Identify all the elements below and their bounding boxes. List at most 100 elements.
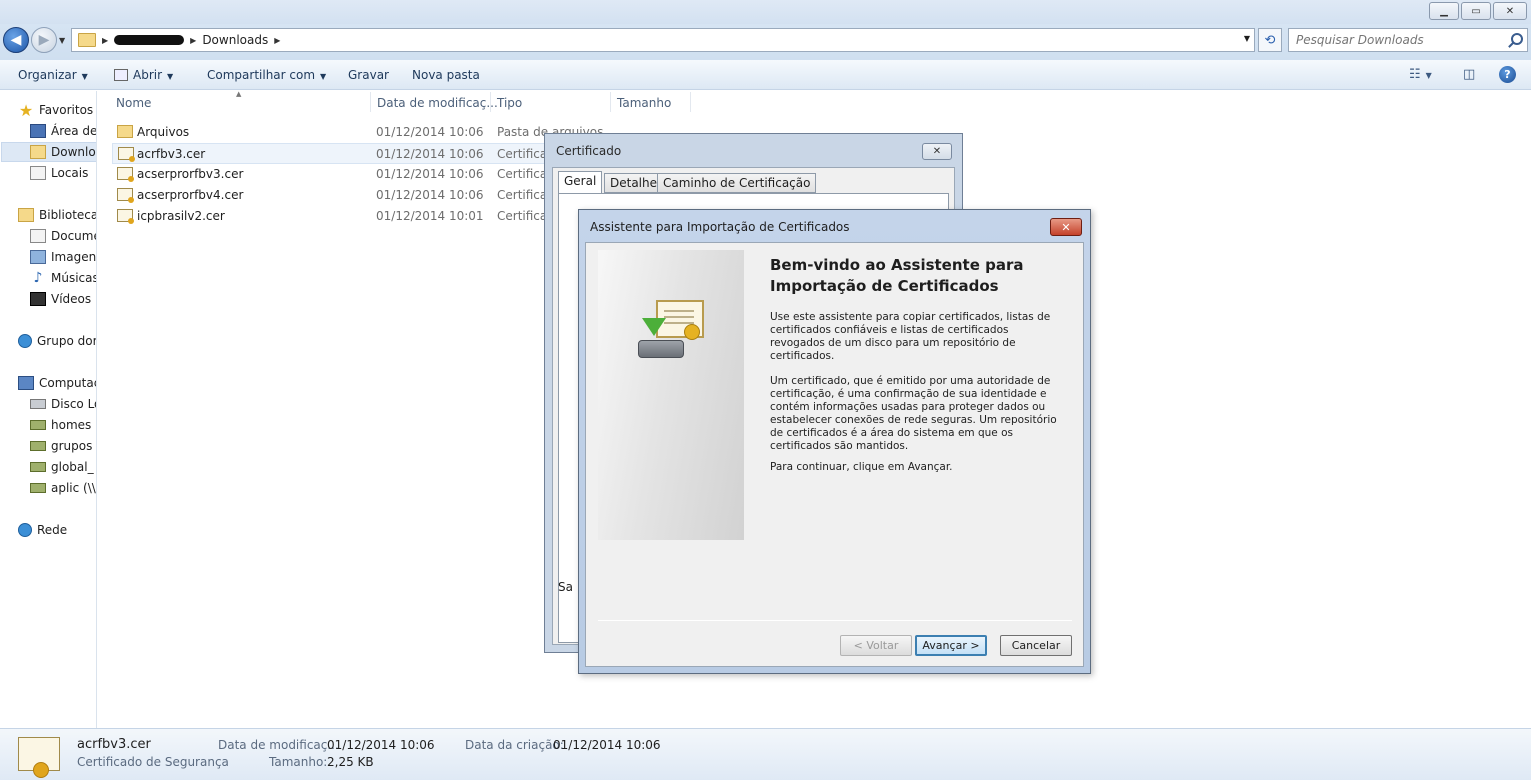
chevron-right-icon[interactable]: ▶	[102, 36, 108, 45]
local-disk-icon	[30, 399, 46, 409]
chevron-down-icon: ▼	[81, 72, 88, 81]
nova-pasta-button[interactable]: Nova pasta	[412, 68, 480, 82]
nav-videos[interactable]: Vídeos	[30, 289, 91, 309]
nav-musicas[interactable]: ♪ Músicas	[30, 268, 96, 288]
nav-aplic[interactable]: aplic (\\1	[30, 478, 96, 498]
column-header-data[interactable]: Data de modificaç...	[377, 96, 498, 112]
search-input[interactable]	[1296, 30, 1496, 50]
nav-rede[interactable]: Rede	[18, 520, 67, 540]
file-name: acserprorfbv3.cer	[137, 167, 244, 181]
pictures-icon	[30, 250, 46, 264]
avancar-button[interactable]: Avançar >	[915, 635, 987, 656]
folder-icon	[117, 125, 133, 138]
import-wizard-dialog: Assistente para Importação de Certificad…	[578, 209, 1091, 674]
nav-label: Downloa	[51, 145, 96, 159]
chevron-right-icon[interactable]: ▶	[190, 36, 196, 45]
nav-computador[interactable]: Computac	[18, 373, 97, 393]
file-row[interactable]: acserprorfbv4.cer 01/12/2014 10:06 Certi…	[112, 185, 555, 206]
nav-grupo[interactable]: Grupo dor	[18, 331, 97, 351]
nav-label: Computac	[39, 376, 97, 390]
help-icon[interactable]: ?	[1499, 66, 1516, 83]
minimize-button[interactable]: ▁	[1429, 2, 1459, 20]
nav-label: aplic (\\1	[51, 481, 96, 495]
nav-disco-local[interactable]: Disco Lo	[30, 394, 96, 414]
file-name: acrfbv3.cer	[137, 147, 206, 161]
details-mod-value: 01/12/2014 10:06	[327, 738, 435, 752]
file-name: icpbrasilv2.cer	[137, 209, 225, 223]
gravar-button[interactable]: Gravar	[348, 68, 389, 82]
network-drive-icon	[30, 420, 46, 430]
organizar-button[interactable]: Organizar ▼	[18, 68, 88, 82]
nav-homes[interactable]: homes (\	[30, 415, 96, 435]
column-divider[interactable]	[610, 92, 611, 112]
column-divider[interactable]	[490, 92, 491, 112]
computer-icon	[18, 376, 34, 390]
details-size-label: Tamanho:	[269, 755, 328, 769]
wizard-close-button[interactable]: ✕	[1050, 218, 1082, 236]
wizard-body: Bem-vindo ao Assistente para Importação …	[585, 242, 1084, 667]
compartilhar-button[interactable]: Compartilhar com ▼	[207, 68, 326, 82]
nav-favoritos[interactable]: ★ Favoritos	[18, 100, 93, 120]
nav-label: Área de T	[51, 124, 97, 138]
nav-bibliotecas[interactable]: Bibliotecas	[18, 205, 96, 225]
nav-label: Imagens	[51, 250, 97, 264]
tab-caminho[interactable]: Caminho de Certificação	[657, 173, 817, 193]
search-icon[interactable]	[1511, 33, 1523, 45]
voltar-button[interactable]: < Voltar	[840, 635, 912, 656]
breadcrumb-downloads[interactable]: Downloads	[202, 33, 268, 47]
disk-icon	[638, 340, 684, 358]
column-header-nome[interactable]: Nome	[116, 96, 151, 112]
maximize-button[interactable]: ▭	[1461, 2, 1491, 20]
nav-documentos[interactable]: Docume	[30, 226, 97, 246]
chevron-right-icon[interactable]: ▶	[274, 36, 280, 45]
address-bar-row: ◀ ▶ ▼ ▶ ▶ Downloads ▶ ▼ ⟲	[0, 24, 1531, 60]
address-box[interactable]: ▶ ▶ Downloads ▶ ▼	[71, 28, 1255, 52]
column-divider[interactable]	[370, 92, 371, 112]
recent-pages-dropdown[interactable]: ▼	[59, 36, 65, 45]
close-button[interactable]: ✕	[1493, 2, 1527, 20]
nav-imagens[interactable]: Imagens	[30, 247, 97, 267]
nav-label: global_ (	[51, 460, 97, 474]
dialog-close-button[interactable]: ✕	[922, 143, 952, 160]
forward-button[interactable]: ▶	[31, 27, 57, 53]
abrir-button[interactable]: Abrir ▼	[114, 68, 173, 82]
nav-label: Docume	[51, 229, 97, 243]
column-header-tipo[interactable]: Tipo	[497, 96, 522, 112]
refresh-button[interactable]: ⟲	[1258, 28, 1282, 52]
redacted-crumb[interactable]	[114, 35, 185, 45]
sort-indicator-icon: ▲	[236, 90, 242, 98]
column-divider[interactable]	[690, 92, 691, 112]
nav-label: Rede	[37, 523, 68, 537]
file-row[interactable]: acserprorfbv3.cer 01/12/2014 10:06 Certi…	[112, 164, 555, 185]
network-drive-icon	[30, 441, 46, 451]
nav-locais[interactable]: Locais	[30, 163, 88, 183]
nav-label: Grupo dor	[37, 334, 97, 348]
open-icon	[114, 69, 128, 81]
file-name: acserprorfbv4.cer	[137, 188, 244, 202]
view-options-button[interactable]: ☷ ▼	[1409, 67, 1432, 82]
wizard-heading: Bem-vindo ao Assistente para Importação …	[770, 256, 1024, 295]
back-button[interactable]: ◀	[3, 27, 29, 53]
videos-icon	[30, 292, 46, 306]
dialog-title: Certificado	[556, 144, 622, 158]
wizard-paragraph-2: Um certificado, que é emitido por uma au…	[770, 375, 1057, 452]
green-arrow-icon	[642, 318, 666, 336]
cancelar-button[interactable]: Cancelar	[1000, 635, 1072, 656]
column-header-tamanho[interactable]: Tamanho	[617, 96, 671, 112]
certificate-icon	[117, 209, 134, 224]
file-row[interactable]: Arquivos 01/12/2014 10:06 Pasta de arqui…	[112, 122, 603, 143]
tab-geral[interactable]: Geral	[558, 171, 603, 194]
details-size-value: 2,25 KB	[327, 755, 374, 769]
file-row[interactable]: icpbrasilv2.cer 01/12/2014 10:01 Certifi…	[112, 206, 555, 227]
nav-grupos[interactable]: grupos (	[30, 436, 96, 456]
file-row-selected[interactable]: acrfbv3.cer 01/12/2014 10:06 Certificad	[112, 143, 555, 164]
nav-area-de-trabalho[interactable]: Área de T	[30, 121, 97, 141]
window-controls: ▁ ▭ ✕	[1429, 2, 1527, 20]
nav-downloads[interactable]: Downloa	[1, 142, 96, 162]
homegroup-icon	[18, 334, 32, 348]
preview-pane-button[interactable]: ◫	[1463, 67, 1475, 82]
search-box[interactable]	[1288, 28, 1528, 52]
nav-global[interactable]: global_ (	[30, 457, 97, 477]
address-dropdown[interactable]: ▼	[1244, 34, 1250, 43]
file-name: Arquivos	[137, 125, 190, 139]
